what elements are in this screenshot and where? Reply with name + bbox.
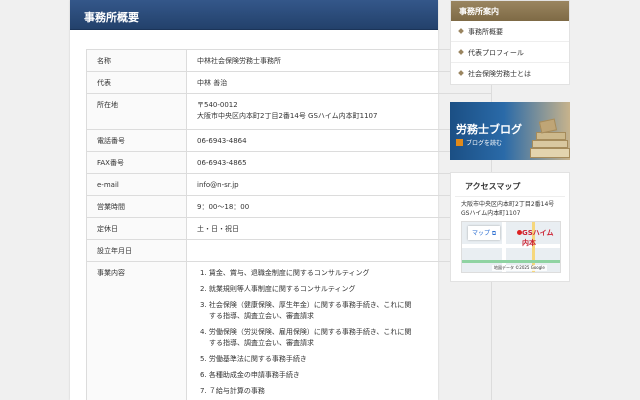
list-item: 2. 就業規則等人事制度に関するコンサルティング <box>200 284 491 295</box>
list-item-text: 6. 各種助成金の申請事務手続き <box>200 371 300 379</box>
blog-banner[interactable]: 労務士ブログ ブログを読む <box>450 102 570 160</box>
office-info-table: 名称 中林社会保険労務士事務所 代表 中林 善治 所在地 〒540-0012 大… <box>86 49 492 400</box>
row-value: 9：00〜18：00 <box>186 195 492 218</box>
row-label: 電話番号 <box>86 129 187 152</box>
row-label: 所在地 <box>86 93 187 130</box>
map-attribution: 地図データ ©2025 Google <box>492 265 547 271</box>
sidebar-item-profile[interactable]: 代表プロフィール <box>451 42 569 63</box>
table-row: FAX番号 06-6943-4865 <box>86 151 492 174</box>
table-row: 営業時間 9：00〜18：00 <box>86 195 492 218</box>
list-item: 4. 労働保険（労災保険、雇用保険）に関する事務手続き、これに関する指導、調査立… <box>200 327 491 349</box>
row-value <box>186 239 492 262</box>
office-menu-title: 事務所案内 <box>451 1 569 21</box>
sidebar-item-overview[interactable]: 事務所概要 <box>451 21 569 42</box>
row-label: 定休日 <box>86 217 187 240</box>
list-item-text: する指導、調査立会い、審査請求 <box>209 312 314 320</box>
address-line: GSハイム内本町1107 <box>461 210 521 217</box>
list-item: 1. 賃金、賞与、退職金制度に関するコンサルティング <box>200 268 491 279</box>
email-value[interactable]: info@n-sr.jp <box>186 173 492 196</box>
postal-code: 〒540-0012 <box>197 101 238 109</box>
row-label: FAX番号 <box>86 151 187 174</box>
list-item: 6. 各種助成金の申請事務手続き <box>200 370 491 381</box>
list-item-text: 5. 労働基準法に関する事務手続き <box>200 355 307 363</box>
list-item: 5. 労働基準法に関する事務手続き <box>200 354 491 365</box>
sidebar-item-label: 代表プロフィール <box>468 49 524 57</box>
table-row: 名称 中林社会保険労務士事務所 <box>86 49 492 72</box>
business-list: 1. 賃金、賞与、退職金制度に関するコンサルティング 2. 就業規則等人事制度に… <box>197 268 491 397</box>
row-label: 営業時間 <box>86 195 187 218</box>
map-place-label: GSハイム内本 <box>522 229 554 247</box>
page-title: 事務所概要 <box>70 0 438 30</box>
business-cell: 1. 賃金、賞与、退職金制度に関するコンサルティング 2. 就業規則等人事制度に… <box>186 261 492 400</box>
list-item-text: 2. 就業規則等人事制度に関するコンサルティング <box>200 285 356 293</box>
list-item: 3. 社会保険（健康保険、厚生年金）に関する事務手続き、これに関する指導、調査立… <box>200 300 491 322</box>
row-label: 代表 <box>86 71 187 94</box>
sidebar-item-label: 社会保険労務士とは <box>468 70 531 78</box>
diamond-bullet-icon <box>458 28 464 34</box>
table-row: 事業内容 1. 賃金、賞与、退職金制度に関するコンサルティング 2. 就業規則等… <box>86 261 492 400</box>
table-row: 電話番号 06-6943-4864 <box>86 129 492 152</box>
books-icon <box>528 114 570 160</box>
office-menu: 事務所案内 事務所概要 代表プロフィール 社会保険労務士とは <box>450 0 570 85</box>
row-value: 〒540-0012 大阪市中央区内本町2丁目2番14号 GSハイム内本町1107 <box>186 93 492 130</box>
row-label: e-mail <box>86 173 187 196</box>
row-value: 中林 善治 <box>186 71 492 94</box>
table-row: e-mail info@n-sr.jp <box>86 173 492 196</box>
list-item-text: 3. 社会保険（健康保険、厚生年金）に関する事務手続き、これに関 <box>200 301 412 309</box>
sidebar: 事務所案内 事務所概要 代表プロフィール 社会保険労務士とは 労務士ブログ ブロ… <box>450 0 570 282</box>
sidebar-item-about-sr[interactable]: 社会保険労務士とは <box>451 63 569 84</box>
arrow-right-icon <box>456 139 463 146</box>
access-map-title: アクセスマップ <box>455 173 565 197</box>
row-value: 06-6943-4865 <box>186 151 492 174</box>
access-map-box: アクセスマップ 大阪市中央区内本町2丁目2番14号 GSハイム内本町1107 マ… <box>450 172 570 282</box>
blog-title: 労務士ブログ <box>456 123 522 136</box>
sidebar-item-label: 事務所概要 <box>468 28 503 36</box>
main-content: 事務所概要 名称 中林社会保険労務士事務所 代表 中林 善治 所在地 〒540-… <box>70 0 492 400</box>
row-value: 中林社会保険労務士事務所 <box>186 49 492 72</box>
table-row: 設立年月日 <box>86 239 492 262</box>
row-label: 名称 <box>86 49 187 72</box>
access-address: 大阪市中央区内本町2丁目2番14号 GSハイム内本町1107 <box>451 197 569 218</box>
google-map[interactable]: マップ ⧉ GSハイム内本 地図データ ©2025 Google <box>461 221 561 273</box>
list-item-text: 7. ７給与計算の事務 <box>200 387 265 395</box>
map-open-button[interactable]: マップ ⧉ <box>468 226 501 240</box>
row-value: 06-6943-4864 <box>186 129 492 152</box>
address-line: 大阪市中央区内本町2丁目2番14号 <box>461 201 555 208</box>
list-item: 7. ７給与計算の事務 <box>200 386 491 397</box>
row-label: 設立年月日 <box>86 239 187 262</box>
map-button-label: マップ <box>472 230 491 237</box>
row-label: 事業内容 <box>86 261 187 400</box>
list-item-text: 1. 賃金、賞与、退職金制度に関するコンサルティング <box>200 269 370 277</box>
table-row: 代表 中林 善治 <box>86 71 492 94</box>
table-row: 所在地 〒540-0012 大阪市中央区内本町2丁目2番14号 GSハイム内本町… <box>86 93 492 130</box>
address: 大阪市中央区内本町2丁目2番14号 GSハイム内本町1107 <box>197 112 378 120</box>
row-value: 土・日・祝日 <box>186 217 492 240</box>
blog-link-label: ブログを読む <box>466 140 503 147</box>
list-item-text: する指導、調査立会い、審査請求 <box>209 339 314 347</box>
diamond-bullet-icon <box>458 49 464 55</box>
list-item-text: 4. 労働保険（労災保険、雇用保険）に関する事務手続き、これに関 <box>200 328 412 336</box>
blog-link[interactable]: ブログを読む <box>456 138 502 147</box>
table-row: 定休日 土・日・祝日 <box>86 217 492 240</box>
diamond-bullet-icon <box>458 70 464 76</box>
